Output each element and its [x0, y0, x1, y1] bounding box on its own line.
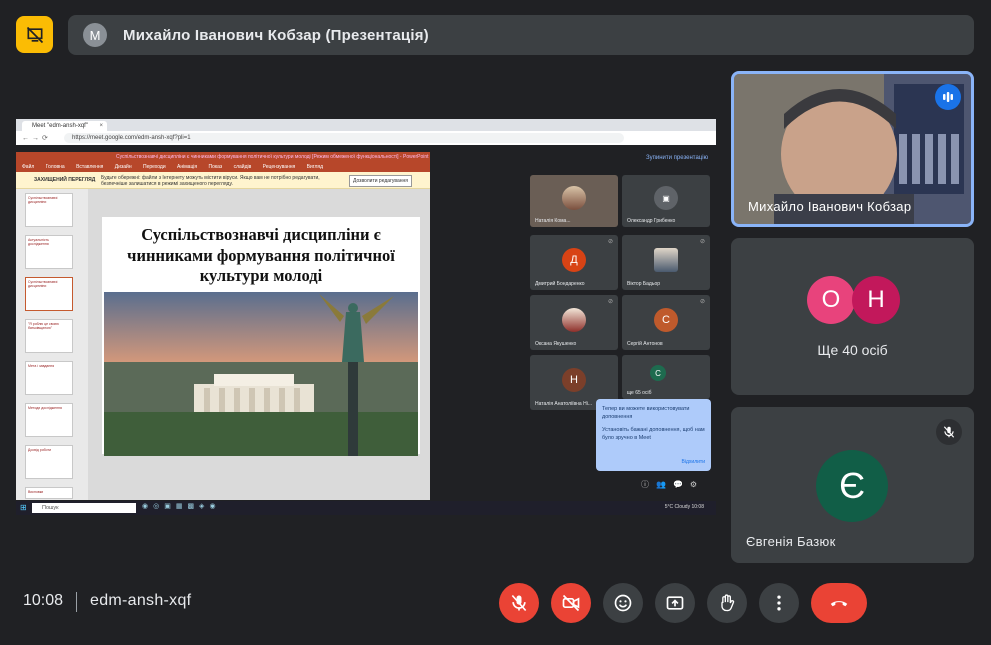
slide-thumbnail: 7Досвід роботи — [25, 445, 73, 479]
slide-heading: Суспільствознавчі дисципліни є чинниками… — [127, 225, 395, 286]
enable-editing-button: Дозволити редагування — [349, 175, 412, 187]
mic-off-icon — [511, 594, 527, 612]
present-now-button[interactable] — [655, 583, 695, 623]
camera-toggle-button[interactable] — [551, 583, 591, 623]
raise-hand-icon — [721, 594, 735, 612]
more-options-icon — [777, 595, 781, 611]
participant-photo — [562, 307, 586, 332]
avatar: О — [807, 276, 855, 324]
windows-taskbar: ⊞ Пошук ◉◎▣▦▩◈◉ 5°C Cloudy 10:08 — [16, 501, 716, 515]
taskbar-app-icons: ◉◎▣▦▩◈◉ — [142, 503, 221, 510]
meet-toolbar-icons: ⓘ👥💬⚙ — [641, 480, 705, 489]
browser-tab: Meet "edm-ansh-xqf" × — [22, 121, 107, 131]
present-icon — [666, 596, 684, 610]
slide-thumbnails: 1Суспільствознавчі дисципліни 2Актуальні… — [16, 189, 88, 500]
mic-off-icon: ⊘ — [699, 239, 705, 245]
more-options-button[interactable] — [759, 583, 799, 623]
navigation-icons: ←→⟳ — [22, 135, 51, 142]
powerpoint-ribbon-tabs: Файл Головна Вставлення Дизайн Переходи … — [16, 163, 430, 172]
mini-tile: Д ⊘ Дмитрий Бондаренко — [530, 235, 618, 290]
participant-photo — [562, 186, 586, 210]
protected-view-bar: ЗАХИЩЕНИЙ ПЕРЕГЛЯД Будьте обережні: файл… — [16, 172, 430, 189]
presenter-video-tile[interactable]: Михайло Іванович Кобзар — [731, 71, 974, 227]
slide-thumbnail: 2Актуальність дослідження — [25, 235, 73, 269]
windows-start-icon: ⊞ — [20, 503, 27, 512]
mini-tile: С ⊘ Сергій Антонов — [622, 295, 710, 350]
close-icon: × — [99, 123, 103, 129]
meeting-time: 10:08 — [23, 592, 64, 609]
camera-off-icon — [562, 594, 580, 612]
stop-presenting-link: Зупинити презентацію — [646, 155, 709, 161]
microphone-toggle-button[interactable] — [499, 583, 539, 623]
slide-thumbnail: 6Методи дослідження — [25, 403, 73, 437]
slide-thumbnail: 3Суспільствознавчі дисципліни — [25, 277, 73, 311]
presentation-banner: М Михайло Іванович Кобзар (Презентація) — [68, 15, 974, 55]
mini-tile: С ще 65 осіб — [622, 355, 710, 399]
powerpoint-title-bar: Суспільствознавчі дисципліни є чинниками… — [16, 152, 430, 163]
leave-call-button[interactable] — [811, 583, 867, 623]
participant-photo — [654, 247, 678, 272]
participant-tile[interactable]: Є Євгенія Базюк — [731, 407, 974, 563]
screen-share-off-icon — [26, 26, 43, 43]
taskbar-search: Пошук — [32, 503, 136, 513]
meeting-code: edm-ansh-xqf — [90, 592, 192, 609]
presenter-title: Михайло Іванович Кобзар (Презентація) — [123, 26, 429, 44]
camera-icon: ▣ — [654, 186, 678, 210]
taskbar-tray: 5°C Cloudy 10:08 — [664, 504, 704, 510]
emoji-icon — [614, 594, 632, 612]
mic-off-icon — [936, 419, 962, 445]
mini-tile: ⊘ Віктор Бадьор — [622, 235, 710, 290]
slide-photo — [104, 292, 418, 456]
mic-off-icon: ⊘ — [607, 299, 613, 305]
browser-toolbar: ←→⟳ https://meet.google.com/edm-ansh-xqf… — [16, 131, 716, 146]
speaking-indicator-icon — [935, 84, 961, 110]
avatar: Є — [816, 450, 888, 522]
mic-off-icon: ⊘ — [699, 299, 705, 305]
shared-screen: Meet "edm-ansh-xqf" × ←→⟳ https://meet.go… — [16, 119, 716, 515]
divider — [76, 592, 77, 612]
slide-thumbnail: 4"Я роблю це своєю батьківщиною" — [25, 319, 73, 353]
more-participants-label: Ще 40 осіб — [817, 342, 888, 358]
more-participants-tile[interactable]: О Н Ще 40 осіб — [731, 238, 974, 395]
addons-popup: Тепер ви можете використовувати доповнен… — [596, 399, 711, 471]
presenter-avatar: М — [83, 23, 107, 47]
mini-tile: ⊘ Оксана Якушенко — [530, 295, 618, 350]
slide-thumbnail: 1Суспільствознавчі дисципліни — [25, 193, 73, 227]
slide-thumbnail: 8Висновки — [25, 487, 73, 499]
end-call-icon — [830, 601, 848, 607]
address-bar: https://meet.google.com/edm-ansh-xqf?pli… — [64, 133, 624, 143]
mini-tile: Наталія Кома... — [530, 175, 618, 227]
participant-name: Михайло Іванович Кобзар — [748, 199, 912, 214]
presentation-toggle-button[interactable] — [16, 16, 53, 53]
avatar: Н — [852, 276, 900, 324]
mic-off-icon: ⊘ — [607, 239, 613, 245]
slide-thumbnail: 5Мета і завдання — [25, 361, 73, 395]
reactions-button[interactable] — [603, 583, 643, 623]
participant-name: Євгенія Базюк — [746, 534, 836, 549]
browser-tab-strip: Meet "edm-ansh-xqf" × — [16, 119, 716, 131]
mini-tile: ▣ Олександр Грибенко — [622, 175, 710, 227]
raise-hand-button[interactable] — [707, 583, 747, 623]
